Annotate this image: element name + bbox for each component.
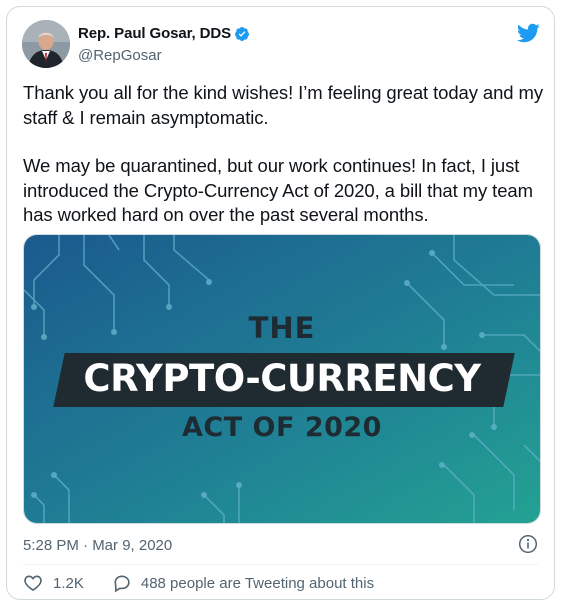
author-name[interactable]: Rep. Paul Gosar, DDS	[78, 25, 231, 42]
author-handle[interactable]: @RepGosar	[78, 47, 162, 64]
speech-bubble-icon[interactable]	[112, 573, 132, 593]
heart-icon[interactable]	[23, 573, 43, 593]
like-count[interactable]: 1.2K	[53, 575, 84, 592]
tweet-card[interactable]: Rep. Paul Gosar, DDS @RepGosar Thank you…	[6, 6, 555, 600]
twitter-bird-icon[interactable]	[516, 21, 540, 45]
info-icon[interactable]	[518, 534, 538, 554]
media-title-act: ACT OF 2020	[182, 412, 382, 443]
tweet-text: Thank you all for the kind wishes! I’m f…	[23, 81, 548, 228]
avatar[interactable]	[22, 20, 70, 68]
engagement-bar: 1.2K 488 people are Tweeting about this	[23, 573, 374, 593]
tweet-paragraph-2: We may be quarantined, but our work cont…	[23, 155, 533, 225]
media-title-crypto-currency: CRYPTO-CURRENCY	[83, 357, 481, 400]
discussion-link[interactable]: 488 people are Tweeting about this	[141, 575, 374, 592]
divider	[23, 564, 538, 565]
tweet-paragraph-1: Thank you all for the kind wishes! I’m f…	[23, 82, 543, 128]
tweet-timestamp[interactable]: 5:28 PM · Mar 9, 2020	[23, 537, 172, 554]
media-title-the: THE	[248, 311, 316, 345]
verified-badge-icon	[234, 26, 250, 42]
tweet-media-image[interactable]: THE CRYPTO-CURRENCY ACT OF 2020	[23, 234, 541, 524]
